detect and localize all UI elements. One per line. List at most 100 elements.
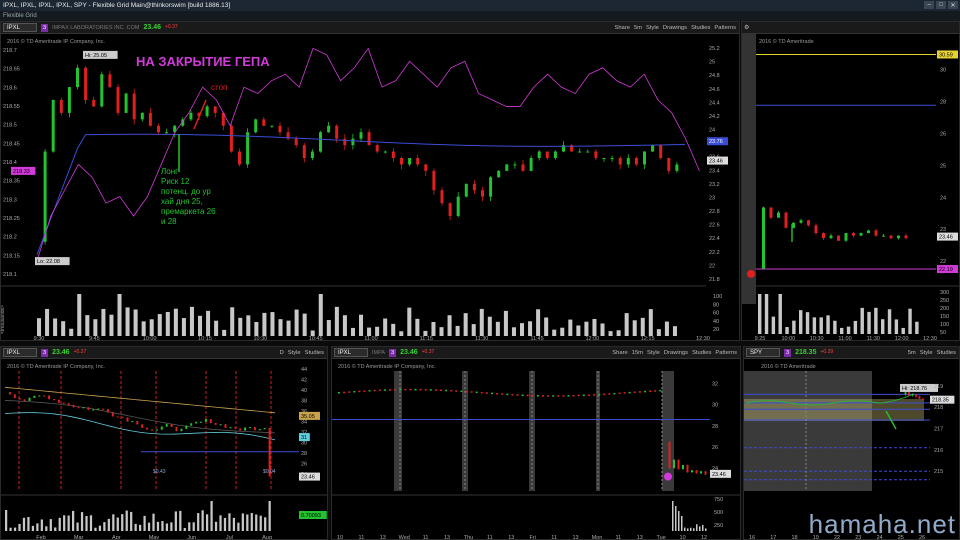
bottommid-chart[interactable]: 2016 © TD Ameritrade IP Company, Inc. 32 3… [332, 359, 741, 540]
grid-name[interactable]: Flexible Grid [3, 13, 37, 19]
br-x-tick: 18 [791, 535, 797, 540]
main-button-share[interactable]: Share [614, 25, 629, 31]
bm-candle [682, 464, 684, 470]
bl-volume-bar [89, 515, 93, 531]
bl-candle [97, 408, 100, 410]
bl-candle [43, 395, 46, 397]
main-volume-bar [350, 327, 355, 336]
main-y-tick-right: 24.2 [709, 114, 720, 120]
br-range-band [744, 399, 924, 421]
bm-link-badge[interactable]: 3 [389, 348, 397, 357]
br-button-5m[interactable]: 5m [908, 350, 916, 356]
main-candle [343, 138, 347, 146]
main-button-patterns[interactable]: Patterns [714, 25, 736, 31]
bottomleft-chart[interactable]: 2016 © TD Ameritrade IP Company, Inc. 44 4… [1, 359, 328, 540]
bm-button-studies[interactable]: Studies [692, 350, 711, 356]
symbol-input[interactable]: IPXL [3, 23, 37, 32]
br-y-tick: 216 [934, 448, 943, 454]
bl-button-d[interactable]: D [280, 350, 284, 356]
main-volume-bar [342, 315, 347, 336]
bm-candle [389, 389, 391, 391]
bl-volume-bar [107, 518, 110, 531]
bl-candle [151, 429, 153, 431]
main-button-studies[interactable]: Studies [691, 25, 710, 31]
main-button-style[interactable]: Style [646, 25, 659, 31]
main-candle [278, 125, 282, 133]
main-candle [148, 112, 152, 126]
bm-candle [608, 393, 611, 395]
tr-candle [777, 212, 780, 218]
close-icon[interactable]: ✕ [948, 1, 958, 9]
br-button-studies[interactable]: Studies [937, 350, 956, 356]
bl-volume-bar [255, 514, 258, 531]
bl-candle [13, 394, 16, 399]
main-candle [521, 164, 525, 171]
tr-volume-bar [819, 317, 823, 334]
main-candle [659, 145, 663, 158]
main-volume-bar [222, 329, 227, 336]
tr-volume-bar [867, 311, 871, 334]
bm-x-tick: 11 [615, 535, 621, 540]
bl-button-studies[interactable]: Studies [305, 350, 324, 356]
bm-button-style[interactable]: Style [647, 350, 660, 356]
bl-candle [67, 403, 70, 405]
bl-volume-bar [165, 523, 169, 531]
br-symbol-input[interactable]: SPY [746, 348, 780, 357]
bm-candle [613, 392, 616, 395]
main-candle [456, 196, 460, 216]
bl-button-style[interactable]: Style [288, 350, 301, 356]
main-candle [246, 132, 250, 165]
bm-button-drawings[interactable]: Drawings [664, 350, 688, 356]
bm-candle [673, 459, 675, 469]
main-x-tick: 10:45 [309, 336, 323, 341]
bm-button-share[interactable]: Share [612, 350, 627, 356]
main-button-5m[interactable]: 5m [634, 25, 642, 31]
bm-button-15m[interactable]: 15m [632, 350, 643, 356]
tr-volume-bar [887, 309, 892, 334]
bl-link-badge[interactable]: 3 [41, 348, 49, 357]
main-candle [375, 145, 379, 152]
bl-symbol-input[interactable]: IPXL [3, 348, 37, 357]
bm-vol-tick: 250 [714, 523, 723, 529]
bm-symbol-input[interactable]: IPXL [334, 348, 368, 357]
bl-candle [155, 429, 158, 431]
maximize-icon[interactable]: □ [936, 1, 946, 9]
bm-x-tick: 10 [680, 535, 686, 540]
main-candle [497, 170, 501, 178]
bm-volume-bar [702, 524, 704, 531]
bl-volume-bar [9, 527, 12, 531]
bl-candle [72, 404, 75, 408]
br-candle [922, 398, 924, 400]
bm-x-tick: Tue [657, 535, 666, 540]
br-link-badge[interactable]: 3 [784, 348, 792, 357]
br-price-change: +0.29 [820, 349, 834, 355]
br-candle [908, 392, 910, 396]
bl-volume-bar [246, 514, 249, 531]
bl-volume-bar [250, 512, 253, 531]
main-note-line: Риск 12 [161, 177, 190, 186]
main-candle [359, 132, 363, 139]
main-y-tick-right: 22.6 [709, 223, 720, 229]
main-candle [213, 106, 217, 113]
topright-settings-icon[interactable]: ⚙ [744, 25, 749, 31]
bl-last-tag: 23.46 [301, 475, 315, 481]
bm-candle [353, 390, 356, 393]
main-candle [189, 112, 193, 120]
br-button-style[interactable]: Style [920, 350, 933, 356]
main-chart[interactable]: 2016 © TD Ameritrade IP Company, Inc. 218… [1, 34, 740, 341]
bl-volume-bar [18, 523, 21, 531]
main-volume-bar [230, 307, 235, 336]
link-badge[interactable]: 3 [41, 23, 49, 32]
bm-candle [598, 393, 601, 396]
bl-candle [185, 425, 188, 429]
bm-vol-tick: 750 [714, 497, 723, 503]
main-button-drawings[interactable]: Drawings [663, 25, 687, 31]
main-y-tick-left: 218.1 [3, 272, 17, 278]
topright-chart[interactable]: 2016 © TD Ameritrade 30 28 26 25 24 23 22 30.59 2… [742, 34, 960, 341]
minimize-icon[interactable]: – [924, 1, 934, 9]
main-candle [367, 132, 371, 146]
bl-volume-bar [72, 510, 75, 531]
main-candle [165, 132, 169, 134]
main-candle [651, 145, 655, 152]
bm-button-patterns[interactable]: Patterns [715, 350, 737, 356]
